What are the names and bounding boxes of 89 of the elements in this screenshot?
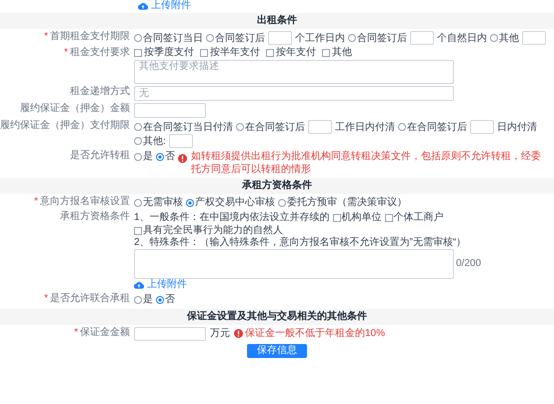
- condition-text: 2、特殊条件：（输入特殊条件，意向方报名审核不允许设置为”无需审核“）: [134, 237, 468, 250]
- checkbox-label: 按季度支付: [144, 47, 194, 59]
- field-label: 承租方资格条件: [60, 211, 130, 224]
- save-button[interactable]: 保存信息: [247, 344, 307, 358]
- checkbox[interactable]: [134, 226, 142, 235]
- radio-label: 其他: [499, 32, 519, 44]
- radio-label: 在合同签订后: [245, 120, 305, 134]
- input-field[interactable]: 无: [134, 86, 454, 101]
- unit-label: 个自然日内: [437, 32, 487, 44]
- checkbox-label: 按年支付: [276, 47, 316, 59]
- field-label: 保证金金额: [80, 326, 130, 339]
- field-label: 履约保证金（押金）金额: [20, 103, 130, 115]
- checkbox-label: 个体工商户: [394, 211, 444, 224]
- text-area[interactable]: [134, 249, 454, 280]
- unit-label: 工作日内付清: [335, 120, 395, 134]
- notice-text: 保证金一般不低于年租金的10%: [245, 328, 386, 340]
- required-mark: *: [44, 293, 48, 306]
- unit-label: 日内付清: [497, 120, 537, 134]
- checkbox-label: 其他: [332, 47, 352, 59]
- radio-label: 合同签订当日: [143, 32, 203, 44]
- cloud-upload-icon: [134, 281, 144, 290]
- input-field[interactable]: [268, 31, 292, 45]
- radio-button[interactable]: [398, 123, 406, 131]
- radio-label: 在合同签订后: [407, 120, 467, 134]
- radio-label: 否: [165, 293, 175, 306]
- radio-label: 在合同签订当日付清: [143, 120, 233, 134]
- required-mark: *: [34, 196, 38, 208]
- character-counter: 0/200: [456, 258, 482, 270]
- radio-label: 否: [165, 150, 175, 163]
- radio-label: 无需审核: [143, 196, 183, 209]
- input-field[interactable]: [470, 120, 494, 134]
- radio-button[interactable]: [278, 198, 286, 206]
- input-field[interactable]: [134, 326, 206, 341]
- checkbox[interactable]: [332, 214, 341, 222]
- text-area[interactable]: 其他支付要求描述: [134, 60, 454, 84]
- radio-label: 其他:: [143, 134, 166, 148]
- radio-label: 委托方预审（需决策审议）: [287, 196, 407, 209]
- radio-button[interactable]: [206, 34, 214, 42]
- radio-label: 产权交易中心审核: [195, 196, 275, 209]
- checkbox-label: 机构单位: [342, 211, 382, 224]
- field-label: 履约保证金（押金）支付期限: [0, 120, 130, 132]
- warning-icon: [178, 154, 187, 163]
- unit-label: 个工作日内: [295, 32, 345, 44]
- radio-label: 是: [143, 293, 153, 306]
- field-label: 是否允许联合承租: [50, 293, 130, 306]
- notice-text: 如转租须提供出租行为批准机构同意转租决策文件，包括原则不允许转租，经委托方同意后可以转租的情形: [191, 150, 542, 176]
- field-label: 首期租金支付期限: [50, 31, 130, 43]
- field-label: 意向方报名审核设置: [40, 196, 130, 208]
- required-mark: *: [64, 47, 68, 59]
- upload-link[interactable]: 上传附件: [147, 279, 187, 292]
- field-label: 租金支付要求: [70, 47, 130, 59]
- radio-button[interactable]: [186, 198, 194, 206]
- radio-button[interactable]: [134, 152, 142, 160]
- checkbox-label: 按半年支付: [210, 47, 260, 59]
- checkbox[interactable]: [384, 214, 393, 222]
- field-label: 租金递增方式: [70, 86, 130, 98]
- radio-button[interactable]: [134, 34, 142, 42]
- section-header: 保证金设置及其他与交易相关的其他条件: [0, 308, 554, 325]
- checkbox[interactable]: [322, 49, 330, 57]
- section-header: 承租方资格条件: [0, 178, 554, 194]
- radio-button[interactable]: [134, 137, 142, 145]
- radio-button[interactable]: [156, 152, 164, 160]
- radio-button[interactable]: [134, 198, 142, 206]
- checkbox[interactable]: [200, 49, 208, 57]
- radio-button[interactable]: [348, 34, 356, 42]
- checkbox[interactable]: [266, 49, 274, 57]
- upload-link[interactable]: 上传附件: [151, 0, 191, 12]
- input-field[interactable]: [410, 31, 434, 45]
- radio-label: 合同签订后: [357, 32, 407, 44]
- input-field[interactable]: [134, 103, 206, 118]
- field-label: 是否允许转租: [70, 150, 130, 162]
- checkbox-label: 具有完全民事行为能力的自然人: [143, 224, 283, 236]
- input-field[interactable]: [522, 31, 546, 45]
- radio-label: 是: [143, 150, 153, 163]
- radio-button[interactable]: [490, 34, 498, 42]
- radio-button[interactable]: [134, 123, 142, 131]
- radio-button[interactable]: [134, 296, 142, 304]
- required-mark: *: [44, 31, 48, 43]
- checkbox[interactable]: [134, 49, 142, 57]
- input-field[interactable]: [308, 120, 332, 134]
- section-header: 出租条件: [0, 13, 554, 29]
- radio-button[interactable]: [236, 123, 244, 131]
- required-mark: *: [74, 326, 78, 339]
- warning-icon: [234, 329, 243, 338]
- radio-button[interactable]: [156, 296, 164, 304]
- condition-text: 1、一般条件：在中国境内依法设立并存续的: [134, 212, 330, 224]
- input-field[interactable]: [168, 134, 193, 148]
- unit-label: 万元: [210, 328, 230, 340]
- radio-label: 合同签订后: [215, 32, 265, 44]
